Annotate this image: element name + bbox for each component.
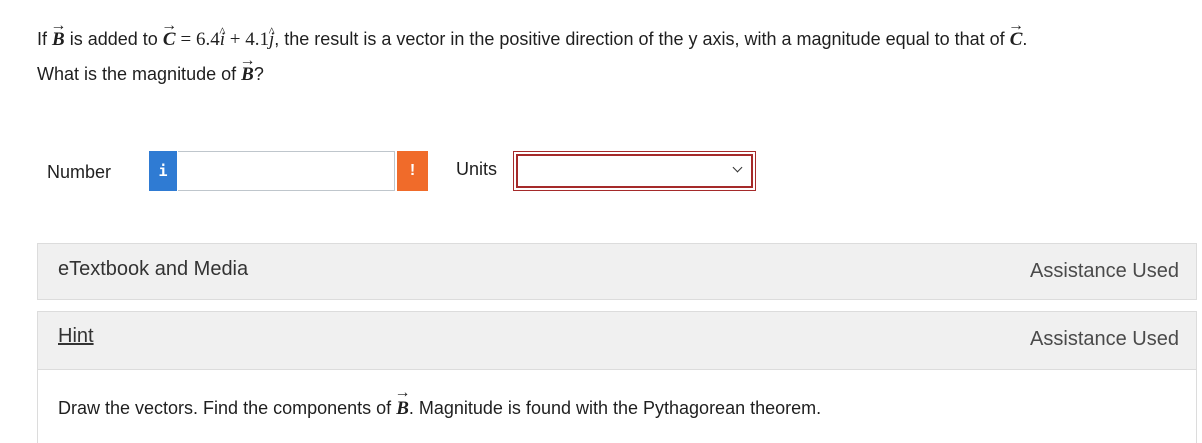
question-text: If B is added to C = 6.4i + 4.1j, the re…: [37, 22, 1187, 92]
warning-icon[interactable]: !: [397, 151, 428, 191]
question-text-rest: , the result is a vector in the positive…: [274, 29, 1005, 49]
etextbook-title[interactable]: eTextbook and Media: [58, 258, 248, 281]
etextbook-assistance-status: Assistance Used: [1030, 260, 1179, 282]
hint-text-prefix: Draw the vectors. Find the components of: [58, 398, 392, 418]
question-text-if: If: [37, 29, 48, 49]
question-line-2-text: What is the magnitude of: [37, 64, 237, 84]
hint-text-suffix: . Magnitude is found with the Pythagorea…: [408, 398, 822, 418]
hint-vector-b: B: [396, 398, 409, 420]
hint-body: Draw the vectors. Find the components of…: [38, 369, 1196, 443]
hint-title[interactable]: Hint: [58, 325, 94, 348]
equation: = 6.4i + 4.1j: [181, 29, 275, 50]
answer-row: Number i ! Units: [47, 151, 767, 191]
vector-b: B: [52, 22, 65, 57]
vector-b-end: B: [241, 57, 254, 92]
unit-vector-i: i: [220, 22, 225, 57]
units-label: Units: [456, 159, 498, 179]
vector-c: C: [163, 22, 176, 57]
question-line-2: What is the magnitude of B?: [37, 57, 1187, 92]
unit-vector-j: j: [269, 22, 274, 57]
hint-panel: Hint Assistance Used Draw the vectors. F…: [37, 311, 1197, 443]
etextbook-panel[interactable]: eTextbook and Media Assistance Used: [37, 243, 1197, 300]
units-select-box[interactable]: [516, 154, 753, 188]
equals-sign: =: [180, 29, 192, 50]
vector-c-end: C: [1010, 22, 1023, 57]
number-label: Number: [47, 162, 112, 182]
coefficient-x: 6.4: [196, 29, 220, 50]
hint-text: Draw the vectors. Find the components of…: [58, 398, 821, 420]
question-text-added-to: is added to: [69, 29, 158, 49]
hint-assistance-status: Assistance Used: [1030, 328, 1179, 350]
question-line-1: If B is added to C = 6.4i + 4.1j, the re…: [37, 22, 1187, 57]
number-input[interactable]: [178, 151, 395, 191]
info-icon[interactable]: i: [149, 151, 177, 191]
chevron-down-icon: [732, 162, 743, 173]
units-select[interactable]: [513, 151, 756, 191]
